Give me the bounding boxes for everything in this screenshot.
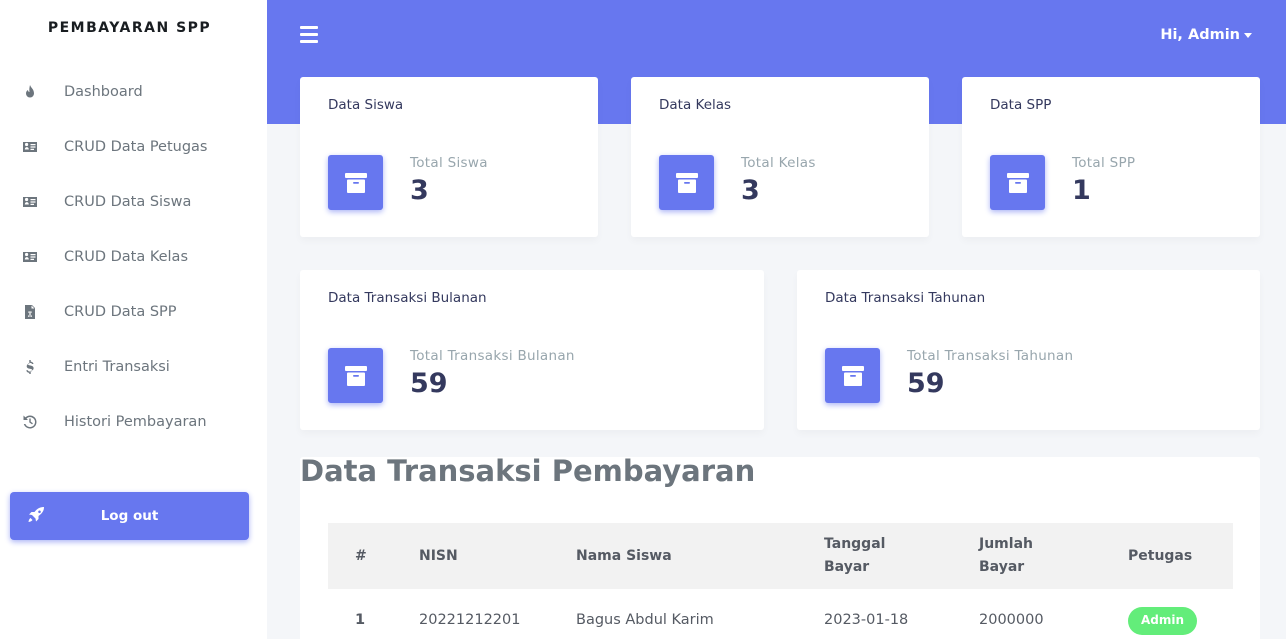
- card-label: Total Transaksi Tahunan: [907, 348, 1074, 364]
- fire-icon: [0, 84, 64, 100]
- caret-down-icon: [1244, 32, 1252, 38]
- table-title: Data Transaksi Pembayaran: [300, 454, 756, 488]
- card-value: 3: [741, 175, 760, 206]
- stat-card-transaksi-tahunan: Data Transaksi Tahunan Total Transaksi T…: [797, 270, 1260, 430]
- card-label: Total Transaksi Bulanan: [410, 348, 575, 364]
- card-value: 1: [1072, 175, 1091, 206]
- card-value: 59: [907, 368, 945, 399]
- cell-tanggal-bayar: 2023-01-18: [824, 612, 909, 628]
- id-card-icon: [0, 194, 64, 210]
- user-dropdown[interactable]: Hi, Admin: [1160, 27, 1252, 43]
- sidebar-menu: Dashboard CRUD Data Petugas CRUD Data Si…: [0, 64, 267, 449]
- petugas-badge: Admin: [1128, 607, 1198, 635]
- rocket-icon: [27, 506, 47, 526]
- card-label: Total Siswa: [410, 155, 488, 171]
- sidebar-item-crud-petugas[interactable]: CRUD Data Petugas: [0, 119, 267, 174]
- card-title: Data Transaksi Tahunan: [825, 290, 986, 306]
- brand-title[interactable]: PEMBAYARAN SPP: [0, 20, 259, 36]
- sidebar-item-label: CRUD Data Petugas: [64, 138, 208, 155]
- cell-nama-siswa: Bagus Abdul Karim: [576, 612, 714, 628]
- sidebar-item-label: Entri Transaksi: [64, 358, 170, 375]
- archive-icon: [328, 155, 383, 210]
- sidebar-item-entri-transaksi[interactable]: Entri Transaksi: [0, 339, 267, 394]
- card-value: 59: [410, 368, 448, 399]
- sidebar-item-histori-pembayaran[interactable]: Histori Pembayaran: [0, 394, 267, 449]
- hamburger-menu-icon[interactable]: [300, 26, 320, 46]
- file-invoice-icon: [0, 304, 64, 320]
- card-value: 3: [410, 175, 429, 206]
- card-title: Data Siswa: [328, 97, 404, 113]
- header-jumlah-line1: Jumlah: [979, 536, 1033, 552]
- header-tanggal-line2: Bayar: [824, 559, 870, 575]
- sidebar-item-crud-siswa[interactable]: CRUD Data Siswa: [0, 174, 267, 229]
- cell-nisn: 20221212201: [419, 612, 521, 628]
- header-jumlah-line2: Bayar: [979, 559, 1025, 575]
- header-petugas: Petugas: [1128, 548, 1193, 564]
- sidebar-item-crud-spp[interactable]: CRUD Data SPP: [0, 284, 267, 339]
- header-tanggal-bayar: Tanggal Bayar: [824, 533, 885, 579]
- card-title: Data Transaksi Bulanan: [328, 290, 487, 306]
- card-label: Total SPP: [1072, 155, 1136, 171]
- sidebar-item-crud-kelas[interactable]: CRUD Data Kelas: [0, 229, 267, 284]
- card-title: Data SPP: [990, 97, 1052, 113]
- table-header: [328, 523, 1233, 589]
- archive-icon: [990, 155, 1045, 210]
- user-greeting: Hi, Admin: [1160, 27, 1240, 43]
- dollar-icon: [0, 359, 64, 375]
- stat-card-kelas: Data Kelas Total Kelas 3: [631, 77, 929, 237]
- sidebar-item-label: CRUD Data SPP: [64, 303, 177, 320]
- sidebar-item-label: Histori Pembayaran: [64, 413, 207, 430]
- id-card-icon: [0, 139, 64, 155]
- header-tanggal-line1: Tanggal: [824, 536, 886, 552]
- card-title: Data Kelas: [659, 97, 732, 113]
- sidebar-item-label: CRUD Data Siswa: [64, 193, 192, 210]
- sidebar-item-dashboard[interactable]: Dashboard: [0, 64, 267, 119]
- archive-icon: [328, 348, 383, 403]
- cell-jumlah-bayar: 2000000: [979, 612, 1044, 628]
- id-card-icon: [0, 249, 64, 265]
- sidebar-item-label: Dashboard: [64, 83, 143, 100]
- sidebar: PEMBAYARAN SPP Dashboard CRUD Data Petug…: [0, 0, 267, 639]
- history-icon: [0, 414, 64, 430]
- stat-card-siswa: Data Siswa Total Siswa 3: [300, 77, 598, 237]
- stat-card-spp: Data SPP Total SPP 1: [962, 77, 1260, 237]
- archive-icon: [659, 155, 714, 210]
- logout-button[interactable]: Log out: [10, 492, 249, 540]
- stat-card-transaksi-bulanan: Data Transaksi Bulanan Total Transaksi B…: [300, 270, 764, 430]
- cell-number: 1: [355, 612, 366, 628]
- header-nama-siswa: Nama Siswa: [576, 548, 672, 564]
- sidebar-item-label: CRUD Data Kelas: [64, 248, 188, 265]
- card-label: Total Kelas: [741, 155, 816, 171]
- header-nisn: NISN: [419, 548, 458, 564]
- header-jumlah-bayar: Jumlah Bayar: [979, 533, 1033, 579]
- header-number: #: [355, 548, 367, 564]
- archive-icon: [825, 348, 880, 403]
